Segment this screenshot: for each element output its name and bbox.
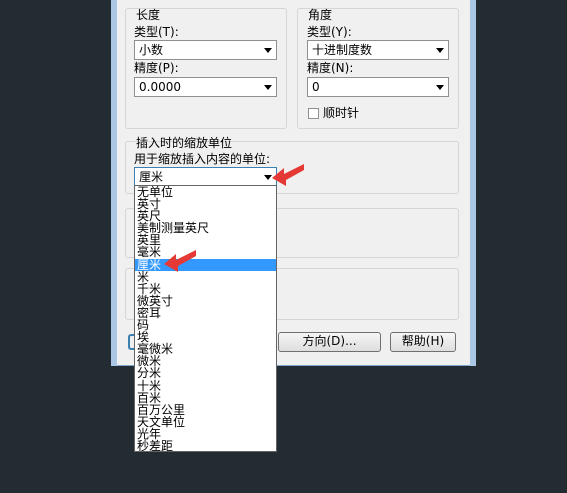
dialog-frame-right xyxy=(470,0,476,366)
chevron-down-icon xyxy=(436,48,444,53)
angle-precision-label: 精度(N): xyxy=(307,61,354,75)
insert-units-dropdown-list: 无单位 英寸 英尺 美制测量英尺 英里 毫米 厘米米千米 微英寸 密耳码埃毫微米 微米 分米 十米 百米… xyxy=(134,185,277,452)
insert-units-select[interactable]: 厘米 xyxy=(134,167,277,187)
chevron-down-icon xyxy=(264,48,272,53)
length-precision-select[interactable]: 0.0000 xyxy=(134,77,277,97)
dropdown-option[interactable]: 毫米 xyxy=(135,246,276,258)
insert-scale-group-label: 插入时的缩放单位 xyxy=(136,136,233,150)
length-type-label: 类型(T): xyxy=(134,25,179,39)
red-pointer-arrow-icon xyxy=(164,250,196,272)
length-precision-value: 0.0000 xyxy=(139,80,181,94)
angle-type-value: 十进制度数 xyxy=(312,43,373,57)
length-type-value: 小数 xyxy=(139,43,164,57)
chevron-down-icon xyxy=(436,85,444,90)
insert-units-value: 厘米 xyxy=(139,170,164,184)
dropdown-option[interactable]: 百米 xyxy=(135,392,276,404)
dropdown-option[interactable]: 米 xyxy=(135,271,276,283)
dropdown-option[interactable]: 码 xyxy=(135,319,276,331)
dropdown-option[interactable]: 百万公里 xyxy=(135,404,276,416)
insert-scale-desc-label: 用于缩放插入内容的单位: xyxy=(134,152,271,166)
angle-precision-value: 0 xyxy=(312,80,320,94)
dropdown-option[interactable]: 密耳 xyxy=(135,307,276,319)
chevron-down-icon xyxy=(264,85,272,90)
clockwise-checkbox[interactable] xyxy=(308,108,319,119)
angle-precision-select[interactable]: 0 xyxy=(307,77,449,97)
dropdown-option[interactable]: 秒差距 xyxy=(135,440,276,451)
dropdown-option[interactable]: 厘米 xyxy=(135,259,276,271)
angle-type-select[interactable]: 十进制度数 xyxy=(307,40,449,60)
length-type-select[interactable]: 小数 xyxy=(134,40,277,60)
help-button[interactable]: 帮助(H) xyxy=(390,332,456,352)
length-group-label: 长度 xyxy=(136,8,161,22)
clockwise-label: 顺时针 xyxy=(323,106,360,120)
length-precision-label: 精度(P): xyxy=(134,61,179,75)
angle-group-label: 角度 xyxy=(308,8,333,22)
direction-button[interactable]: 方向(D)... xyxy=(278,332,381,352)
angle-type-label: 类型(Y): xyxy=(307,25,352,39)
dropdown-option[interactable]: 分米 xyxy=(135,367,276,379)
dialog-frame-left xyxy=(111,0,117,366)
dropdown-option[interactable]: 十米 xyxy=(135,379,276,392)
red-pointer-arrow-icon xyxy=(272,164,304,186)
